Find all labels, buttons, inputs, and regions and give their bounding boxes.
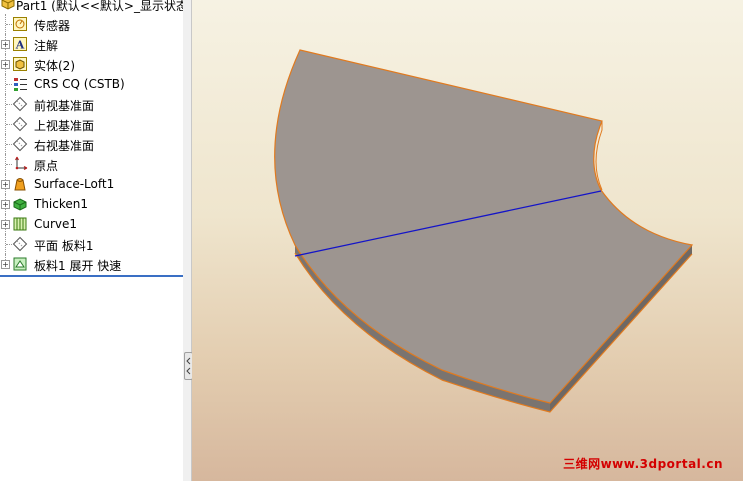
curve-icon — [12, 216, 28, 232]
tree-item-label: 传感器 — [34, 19, 71, 33]
tree-item-label: 平面 板料1 — [34, 239, 94, 253]
expand-toggle[interactable]: + — [1, 200, 10, 209]
svg-text:A: A — [15, 39, 25, 52]
plane-icon — [12, 136, 28, 152]
tree-item-surface-loft1[interactable]: + Surface-Loft1 — [0, 174, 183, 194]
tree-item-label: 板料1 展开 快速 — [34, 259, 122, 273]
tree-item-material[interactable]: CRS CQ (CSTB) — [0, 74, 183, 94]
flat-pattern-icon — [12, 256, 28, 272]
expand-toggle[interactable]: + — [1, 260, 10, 269]
tree-item-label: 右视基准面 — [34, 139, 95, 153]
tree-item-thicken1[interactable]: + Thicken1 — [0, 194, 183, 214]
part-icon — [0, 0, 16, 11]
feature-manager-tree: Part1 (默认<<默认>_显示状态 传感器 + A 注解 + 实体(2) C… — [0, 0, 184, 481]
tree-item-label: CRS CQ (CSTB) — [34, 77, 125, 91]
tree-item-label: 前视基准面 — [34, 99, 95, 113]
tree-item-flat-pattern[interactable]: + 板料1 展开 快速 — [0, 254, 183, 274]
panel-splitter[interactable] — [183, 0, 192, 481]
expand-toggle[interactable]: + — [1, 180, 10, 189]
expand-toggle[interactable]: + — [1, 60, 10, 69]
thicken-icon — [12, 196, 28, 212]
annotation-icon: A — [12, 36, 28, 52]
tree-item-annotations[interactable]: + A 注解 — [0, 34, 183, 54]
plane-icon — [12, 236, 28, 252]
sensor-icon — [12, 16, 28, 32]
graphics-viewport[interactable]: 三维网www.3dportal.cn — [192, 0, 743, 481]
tree-item-origin[interactable]: 原点 — [0, 154, 183, 174]
tree-item-sensors[interactable]: 传感器 — [0, 14, 183, 34]
tree-item-label: 注解 — [34, 39, 59, 53]
part-top-face[interactable] — [274, 49, 694, 404]
tree-item-label: 实体(2) — [34, 59, 75, 73]
material-icon — [12, 76, 28, 92]
plane-icon — [12, 96, 28, 112]
tree-item-top-plane[interactable]: 上视基准面 — [0, 114, 183, 134]
tree-item-solid-bodies[interactable]: + 实体(2) — [0, 54, 183, 74]
origin-icon — [12, 156, 28, 172]
watermark-text: 三维网www.3dportal.cn — [563, 457, 723, 471]
solid-bodies-icon — [12, 56, 28, 72]
collapse-arrows-icon — [186, 357, 191, 375]
tree-bottom-divider — [0, 275, 183, 277]
expand-toggle[interactable]: + — [1, 220, 10, 229]
tree-item-label: Surface-Loft1 — [34, 177, 115, 191]
sheet-metal-part-model[interactable] — [192, 0, 743, 481]
tree-root-label: Part1 (默认<<默认>_显示状态 — [16, 0, 184, 13]
surface-loft-icon — [12, 176, 28, 192]
tree-item-label: Thicken1 — [34, 197, 89, 211]
tree-item-front-plane[interactable]: 前视基准面 — [0, 94, 183, 114]
expand-toggle[interactable]: + — [1, 40, 10, 49]
tree-item-label: 原点 — [34, 159, 59, 173]
tree-item-right-plane[interactable]: 右视基准面 — [0, 134, 183, 154]
plane-icon — [12, 116, 28, 132]
tree-item-sheet-plane[interactable]: 平面 板料1 — [0, 234, 183, 254]
tree-item-curve1[interactable]: + Curve1 — [0, 214, 183, 234]
tree-item-label: Curve1 — [34, 217, 78, 231]
tree-item-label: 上视基准面 — [34, 119, 95, 133]
